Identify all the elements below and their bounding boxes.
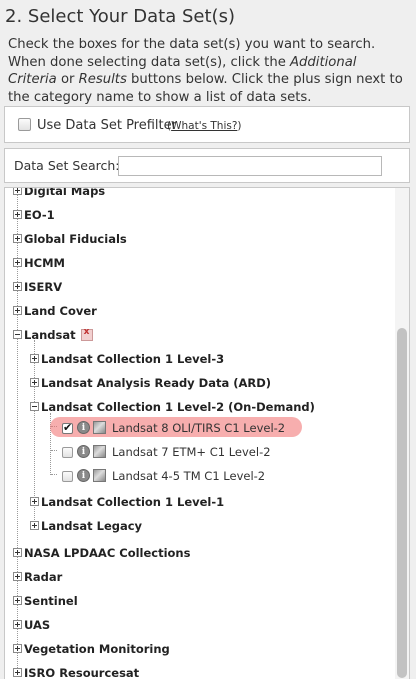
collapse-icon[interactable] (30, 402, 39, 411)
expand-icon[interactable] (13, 668, 22, 677)
collapse-icon[interactable] (13, 330, 22, 339)
info-icon[interactable]: i (77, 421, 90, 434)
info-icon[interactable]: i (77, 445, 90, 458)
expand-icon[interactable] (13, 620, 22, 629)
whats-this-close-paren: ) (237, 120, 242, 132)
expand-icon[interactable] (13, 572, 22, 581)
expand-icon[interactable] (13, 644, 22, 653)
tree-scrollbar-track[interactable] (395, 188, 409, 679)
map-preview-icon[interactable] (93, 421, 106, 434)
dataset-checkbox[interactable] (62, 447, 73, 458)
prefilter-checkbox[interactable] (18, 118, 31, 131)
expand-icon[interactable] (30, 521, 39, 530)
expand-icon[interactable] (30, 378, 39, 387)
dataset-checkbox[interactable] (62, 421, 73, 434)
expand-icon[interactable] (13, 596, 22, 605)
dataset-search-panel: Data Set Search: (4, 148, 410, 183)
tree-scrollbar-thumb[interactable] (397, 328, 407, 678)
prefilter-label: Use Data Set Prefilter (37, 118, 177, 133)
dataset-tree: Digital Maps EO-1 Global Fiducials HCMM … (4, 187, 410, 679)
info-icon[interactable]: i (77, 469, 90, 482)
prefilter-panel: Use Data Set Prefilter (What's This?) (4, 106, 410, 143)
expand-icon[interactable] (13, 234, 22, 243)
instructions-text-2: or (56, 72, 79, 87)
landsat-label: Landsat (24, 328, 76, 342)
dataset-search-label: Data Set Search: (14, 158, 120, 173)
header: 2. Select Your Data Set(s) Check the box… (0, 0, 416, 106)
whats-this-wrapper: (What's This?) (167, 120, 242, 132)
dataset-search-input[interactable] (118, 156, 382, 176)
expand-icon[interactable] (13, 210, 22, 219)
expand-icon[interactable] (13, 282, 22, 291)
expand-icon[interactable] (13, 258, 22, 267)
instructions: Check the boxes for the data set(s) you … (8, 36, 408, 106)
category-info-icon[interactable] (80, 327, 93, 341)
map-preview-icon[interactable] (93, 469, 106, 482)
dataset-checkbox[interactable] (62, 471, 73, 482)
tree-guide-h-2 (51, 450, 57, 451)
expand-icon[interactable] (13, 188, 22, 195)
map-preview-icon[interactable] (93, 445, 106, 458)
step-title: 2. Select Your Data Set(s) (5, 6, 235, 27)
expand-icon[interactable] (13, 306, 22, 315)
instructions-em-results: Results (78, 72, 127, 87)
whats-this-link[interactable]: What's This? (171, 120, 237, 132)
tree-guide-h-3 (51, 474, 57, 475)
expand-icon[interactable] (30, 497, 39, 506)
expand-icon[interactable] (30, 354, 39, 363)
expand-icon[interactable] (13, 548, 22, 557)
